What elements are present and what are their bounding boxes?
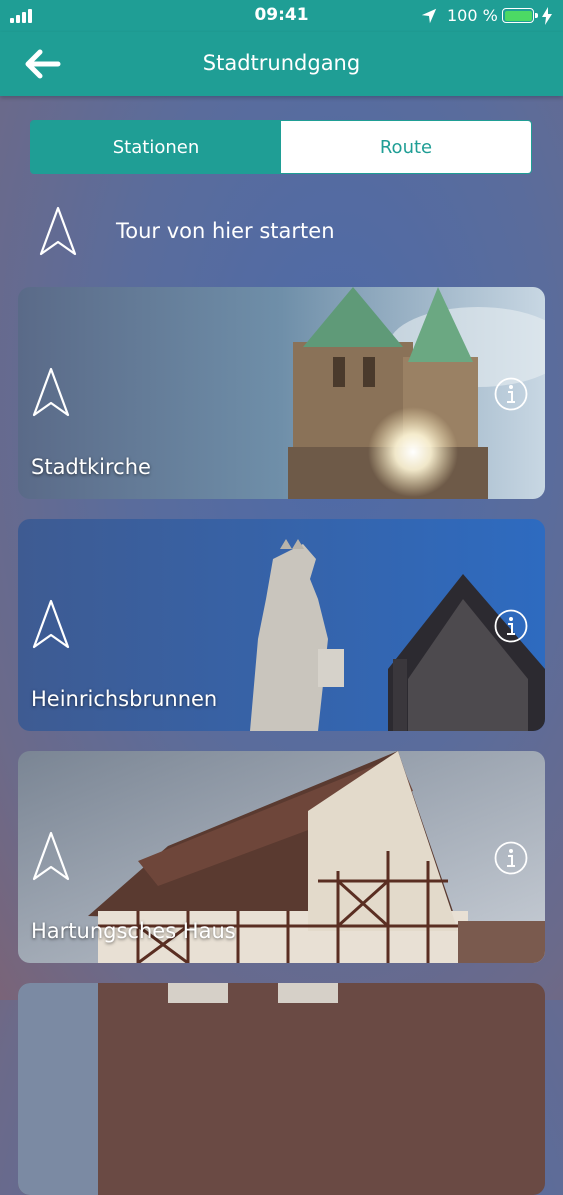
start-tour-row[interactable]: Tour von hier starten xyxy=(20,200,543,264)
segmented-control: Stationen Route xyxy=(30,120,532,174)
tab-route[interactable]: Route xyxy=(281,121,531,173)
station-title: Stadtkirche xyxy=(31,455,151,479)
info-icon[interactable] xyxy=(494,377,528,411)
page-title: Stadtrundgang xyxy=(202,51,361,75)
navigation-bar: Stadtrundgang xyxy=(0,32,563,96)
station-title: Heinrichsbrunnen xyxy=(31,687,218,711)
navigation-arrow-icon xyxy=(32,599,70,649)
navigation-arrow-icon xyxy=(32,367,70,417)
start-tour-label: Tour von hier starten xyxy=(116,219,335,243)
navigation-arrow-icon xyxy=(39,206,77,256)
location-services-icon xyxy=(421,8,437,24)
charging-bolt-icon xyxy=(542,7,552,25)
station-card-stadtkirche[interactable]: Stadtkirche xyxy=(18,287,545,499)
station-photo xyxy=(18,983,545,1195)
station-card-heinrichsbrunnen[interactable]: Heinrichsbrunnen xyxy=(18,519,545,731)
navigation-arrow-icon xyxy=(32,831,70,881)
tab-stationen[interactable]: Stationen xyxy=(31,121,281,173)
battery-icon xyxy=(502,8,538,23)
station-card-partial[interactable] xyxy=(18,983,545,1195)
info-icon[interactable] xyxy=(494,609,528,643)
station-title: Hartungsches Haus xyxy=(31,919,236,943)
status-bar: 09:41 100 % xyxy=(0,0,563,32)
info-icon[interactable] xyxy=(494,841,528,875)
station-card-hartungsches-haus[interactable]: Hartungsches Haus xyxy=(18,751,545,963)
battery-percentage: 100 % xyxy=(447,6,498,25)
